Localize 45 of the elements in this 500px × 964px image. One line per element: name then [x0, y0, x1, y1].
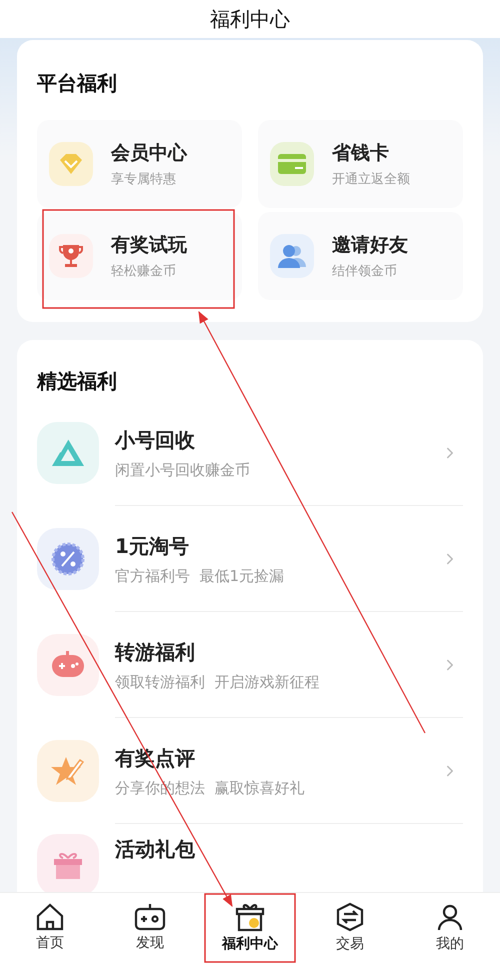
star-pencil-icon	[37, 740, 99, 802]
tile-subtitle: 享专属特惠	[111, 171, 177, 189]
tile-subtitle: 结伴领金币	[332, 263, 398, 281]
tile-subtitle: 轻松赚金币	[111, 263, 177, 281]
tab-item[interactable]: 我的	[408, 902, 492, 955]
section-heading: 精选福利	[37, 368, 118, 395]
tile-title: 有奖试玩	[111, 232, 187, 258]
gamepad-icon	[134, 903, 166, 931]
benefit-tile[interactable]: 邀请好友 结伴领金币	[258, 212, 463, 300]
gamepad-icon	[37, 634, 99, 696]
row-subtitle: 闲置小号回收赚金币	[115, 460, 251, 481]
gift-box-icon	[235, 902, 265, 932]
row-subtitle: 官方福利号 最低1元捡漏	[115, 566, 286, 587]
row-title: 小号回收	[115, 426, 196, 454]
row-title: 活动礼包	[115, 836, 196, 863]
benefit-row[interactable]: 转游福利 领取转游福利 开启游戏新征程	[37, 612, 463, 718]
page-title: 福利中心	[210, 6, 290, 33]
benefit-row[interactable]: 活动礼包	[37, 824, 463, 892]
benefit-row[interactable]: 1元淘号 官方福利号 最低1元捡漏	[37, 506, 463, 612]
person-icon	[435, 902, 465, 932]
tab-item[interactable]: 发现	[108, 903, 192, 954]
tile-title: 省钱卡	[332, 140, 390, 166]
tab-item[interactable]: 交易	[308, 902, 392, 955]
gift-icon	[37, 834, 99, 892]
benefit-row[interactable]: 小号回收 闲置小号回收赚金币	[37, 400, 463, 506]
tile-title: 会员中心	[111, 140, 187, 166]
exchange-icon	[335, 902, 365, 932]
home-icon	[35, 903, 65, 931]
discount-badge-icon	[37, 528, 99, 590]
benefit-tile[interactable]: 有奖试玩 轻松赚金币	[37, 212, 242, 300]
tab-item[interactable]: 首页	[8, 903, 92, 954]
benefit-tile[interactable]: 会员中心 享专属特惠	[37, 120, 242, 208]
tile-title: 邀请好友	[332, 232, 408, 258]
card-icon	[270, 142, 314, 186]
section-heading: 平台福利	[37, 70, 118, 97]
benefit-tile[interactable]: 省钱卡 开通立返全额	[258, 120, 463, 208]
triangle-icon	[37, 422, 99, 484]
row-subtitle: 领取转游福利 开启游戏新征程	[115, 672, 321, 693]
trophy-icon	[49, 234, 93, 278]
diamond-icon	[49, 142, 93, 186]
row-title: 1元淘号	[115, 532, 190, 560]
people-icon	[270, 234, 314, 278]
tile-subtitle: 开通立返全额	[332, 171, 410, 189]
tab-item[interactable]: 福利中心	[208, 902, 292, 955]
row-title: 转游福利	[115, 638, 196, 666]
